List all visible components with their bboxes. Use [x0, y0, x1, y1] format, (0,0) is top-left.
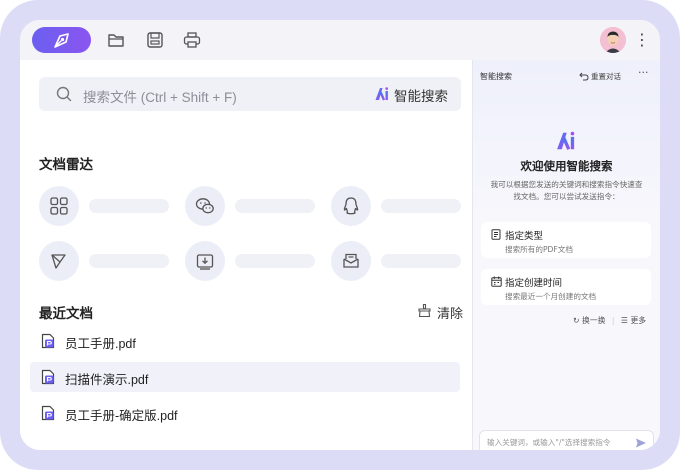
recent-file-row[interactable]: 员工手册.pdf — [30, 326, 460, 356]
radar-placeholder-bar — [89, 254, 169, 268]
suggestion-actions: ↻ 换一换 | ☰ 更多 — [573, 315, 646, 327]
list-icon: ☰ — [621, 316, 629, 325]
printer-icon[interactable] — [182, 30, 202, 50]
radar-item-qq[interactable] — [331, 186, 371, 226]
intro-text: 我可以根据您发送的关键词和搜索指令快速查找文档。您可以尝试发送指令： — [490, 180, 643, 201]
save-icon[interactable] — [145, 30, 165, 50]
radar-item-download[interactable] — [185, 241, 225, 281]
feishu-icon — [51, 254, 66, 269]
document-icon — [491, 229, 501, 240]
radar-item-grid[interactable] — [39, 186, 79, 226]
recent-file-row-selected[interactable]: 扫描件演示.pdf — [30, 362, 460, 392]
suggestion-card-date[interactable]: 指定创建时间 搜索最近一个月创建的文档 — [481, 269, 651, 305]
mail-icon — [343, 253, 359, 268]
suggestion-subtitle: 搜索所有的PDF文档 — [505, 245, 573, 254]
pen-nib-icon — [54, 33, 69, 48]
send-icon[interactable] — [635, 437, 647, 449]
ai-panel-title: 智能搜索 — [480, 72, 512, 81]
calendar-icon — [491, 276, 502, 287]
file-search-bar[interactable]: 搜索文件 (Ctrl + Shift + F) 智能搜索 — [39, 77, 461, 111]
app-window: ⋮ 搜索文件 (Ctrl + Shift + F) 智能搜索 文档雷达 最近文档… — [20, 20, 660, 450]
user-avatar[interactable] — [600, 27, 626, 53]
more-suggestions-button[interactable]: ☰ 更多 — [621, 316, 646, 325]
ai-logo-icon — [375, 87, 388, 101]
ai-query-placeholder: 输入关键词，或输入"/"选择搜索指令 — [487, 438, 611, 447]
refresh-icon: ↻ — [573, 316, 580, 325]
grid-icon — [50, 197, 68, 215]
ai-query-input[interactable]: 输入关键词，或输入"/"选择搜索指令 — [479, 430, 654, 450]
ai-logo-icon — [557, 131, 575, 150]
recent-file-row[interactable]: 员工手册-确定版.pdf — [30, 398, 460, 428]
file-name: 员工手册.pdf — [65, 337, 136, 351]
open-folder-icon[interactable] — [107, 30, 127, 50]
radar-section-title: 文档雷达 — [39, 157, 93, 172]
welcome-title: 欢迎使用智能搜索 — [520, 161, 613, 173]
pdf-file-icon — [41, 369, 55, 385]
radar-placeholder-bar — [235, 199, 315, 213]
radar-placeholder-bar — [381, 254, 461, 268]
more-menu-icon[interactable]: ⋮ — [632, 29, 652, 51]
pdf-file-icon — [41, 405, 55, 421]
search-placeholder: 搜索文件 (Ctrl + Shift + F) — [83, 90, 237, 105]
radar-placeholder-bar — [89, 199, 169, 213]
title-bar: ⋮ — [20, 20, 660, 60]
user-avatar-image — [600, 27, 626, 53]
device-frame: ⋮ 搜索文件 (Ctrl + Shift + F) 智能搜索 文档雷达 最近文档… — [0, 0, 680, 470]
left-panel: 搜索文件 (Ctrl + Shift + F) 智能搜索 文档雷达 最近文档 清… — [20, 60, 472, 450]
reset-label: 重置对话 — [591, 72, 621, 81]
radar-placeholder-bar — [381, 199, 461, 213]
broom-icon — [418, 303, 431, 318]
file-name: 员工手册-确定版.pdf — [65, 409, 178, 423]
radar-item-mail[interactable] — [331, 241, 371, 281]
suggestion-card-type[interactable]: 指定类型 搜索所有的PDF文档 — [481, 222, 651, 258]
undo-icon — [579, 72, 589, 81]
qq-icon — [343, 197, 359, 215]
recent-section-title: 最近文档 — [39, 306, 93, 321]
suggestion-subtitle: 搜索最近一个月创建的文档 — [505, 292, 597, 301]
app-logo-button[interactable] — [32, 27, 91, 53]
download-icon — [196, 254, 214, 270]
ai-search-label: 智能搜索 — [394, 89, 448, 104]
file-name: 扫描件演示.pdf — [65, 373, 149, 387]
refresh-button[interactable]: ↻ 换一换 — [573, 316, 608, 325]
panel-more-icon[interactable]: ··· — [638, 66, 649, 79]
radar-item-feishu[interactable] — [39, 241, 79, 281]
suggestion-title: 指定创建时间 — [505, 278, 563, 289]
wechat-icon — [195, 198, 214, 214]
search-icon — [56, 86, 72, 102]
pdf-file-icon — [41, 333, 55, 349]
actions-separator: | — [611, 316, 615, 325]
radar-placeholder-bar — [235, 254, 315, 268]
radar-item-wechat[interactable] — [185, 186, 225, 226]
suggestion-title: 指定类型 — [505, 231, 544, 242]
clear-label: 清除 — [437, 306, 464, 321]
refresh-label: 换一换 — [582, 316, 606, 325]
more-label: 更多 — [630, 316, 647, 325]
ai-search-panel: 智能搜索 重置对话 ··· 欢迎使用智能搜索 我可以根据您发送的关键词和搜索指令… — [473, 60, 660, 450]
